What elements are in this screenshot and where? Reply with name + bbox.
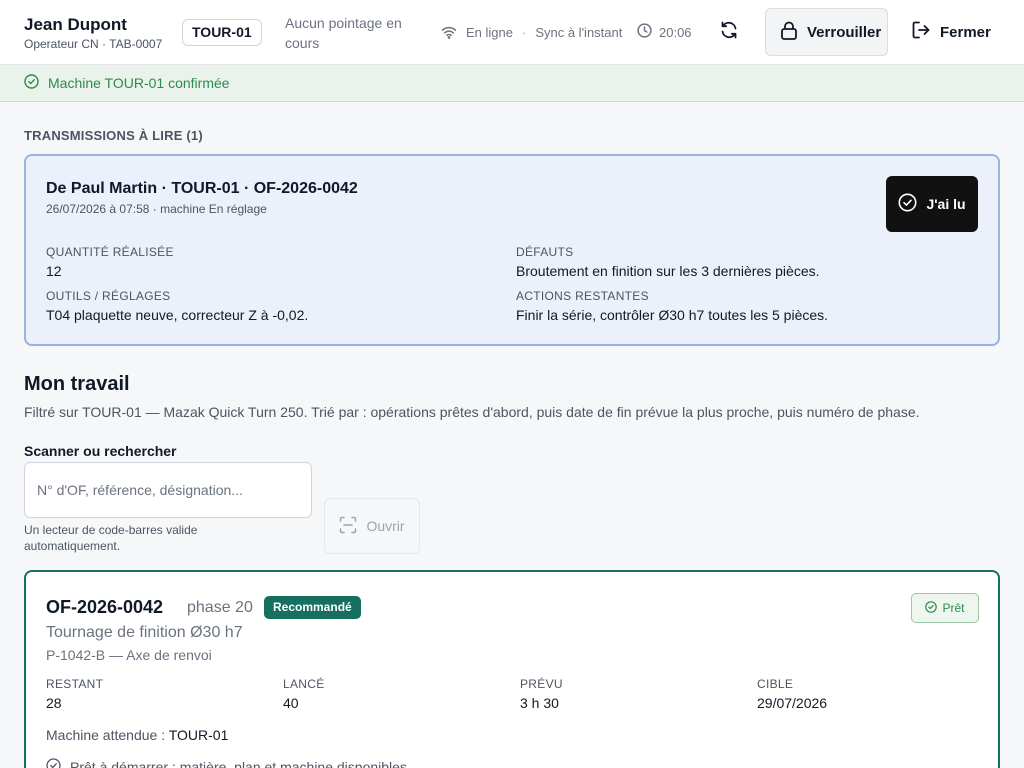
current-time: 20:06 [659,24,692,40]
clock-icon [637,23,652,41]
open-button[interactable]: Ouvrir [324,498,420,554]
wifi-icon [441,25,457,39]
planned-label: Prévu [520,677,563,691]
connection-status: En ligne · Sync à l'instant [441,23,622,41]
remaining-actions-label: Actions restantes [516,289,649,303]
tools-value: T04 plaquette neuve, correcteur Z à -0,0… [46,307,309,323]
lock-button[interactable]: Verrouiller [765,8,888,56]
expected-machine-label: Machine attendue : [46,727,169,743]
remaining-label: Restant [46,677,104,691]
planned-value: 3 h 30 [520,695,559,711]
confirmation-message: Machine TOUR-01 confirmée [48,75,230,91]
check-circle-icon [46,758,70,768]
lock-button-label: Verrouiller [807,23,882,41]
target-value: 29/07/2026 [757,695,828,711]
logout-icon [912,21,940,43]
user-role: Operateur CN · TAB-0007 [24,37,163,51]
ready-message-text: Prêt à démarrer : matière, plan et machi… [70,759,411,768]
remaining-value: 28 [46,695,62,711]
work-order-number: OF-2026-0042 [46,597,164,617]
close-button-label: Fermer [940,23,991,41]
work-order-reference: P-1042-B — Axe de renvoi [46,647,212,663]
defects-label: Défauts [516,245,574,259]
status-badge-label: Prêt [942,601,965,615]
quantity-label: Quantité réalisée [46,245,174,259]
scan-search-input[interactable] [24,462,312,518]
status-badge: Prêt [911,593,979,623]
ready-message: Prêt à démarrer : matière, plan et machi… [46,758,411,768]
online-status: En ligne [466,24,513,40]
sync-button[interactable] [716,19,742,45]
work-order-card[interactable]: OF-2026-0042 phase 20 Recommandé Prêt To… [24,570,1000,768]
refresh-icon [719,20,739,45]
quantity-value: 12 [46,263,62,279]
clock: 20:06 [637,23,692,41]
top-bar: Jean Dupont Operateur CN · TAB-0007 TOUR… [0,0,1024,65]
expected-machine: Machine attendue : TOUR-01 [46,727,228,743]
work-description: Filtré sur TOUR-01 — Mazak Quick Turn 25… [24,404,920,420]
confirmation-banner: Machine TOUR-01 confirmée [0,65,1024,102]
sync-status: Sync à l'instant [535,24,623,40]
work-title: Mon travail [24,373,130,395]
transmission-subtitle: 26/07/2026 à 07:58 · machine En réglage [46,202,267,216]
scan-hint: Un lecteur de code-barres valide automat… [24,523,198,553]
user-name: Jean Dupont [24,15,127,34]
transmission-title: De Paul Martin · TOUR-01 · OF-2026-0042 [46,180,358,197]
acknowledge-button[interactable]: J'ai lu [886,176,978,232]
close-button[interactable]: Fermer [912,8,1004,56]
open-button-label: Ouvrir [366,518,405,534]
scan-icon [339,516,366,537]
scan-label: Scanner ou rechercher [24,443,177,459]
status-separator: · [521,24,527,40]
check-circle-icon [898,193,926,215]
transmissions-heading: TRANSMISSIONS À LIRE (1) [24,128,203,143]
check-circle-icon [24,74,48,92]
launched-value: 40 [283,695,299,711]
tools-label: Outils / réglages [46,289,171,303]
acknowledge-label: J'ai lu [926,196,966,212]
machine-chip[interactable]: TOUR-01 [182,19,262,46]
lock-icon [780,21,807,44]
pointage-status: Aucun pointage en cours [285,15,402,51]
launched-label: Lancé [283,677,325,691]
recommended-badge: Recommandé [264,596,361,619]
check-circle-icon [925,600,942,616]
work-order-designation: Tournage de finition Ø30 h7 [46,624,243,641]
remaining-actions-value: Finir la série, contrôler Ø30 h7 toutes … [516,307,829,323]
target-label: Cible [757,677,794,691]
expected-machine-value: TOUR-01 [168,727,229,743]
transmission-card: De Paul Martin · TOUR-01 · OF-2026-0042 … [24,154,1000,346]
defects-value: Broutement en finition sur les 3 dernièr… [516,263,820,279]
work-order-phase: phase 20 [187,599,253,616]
